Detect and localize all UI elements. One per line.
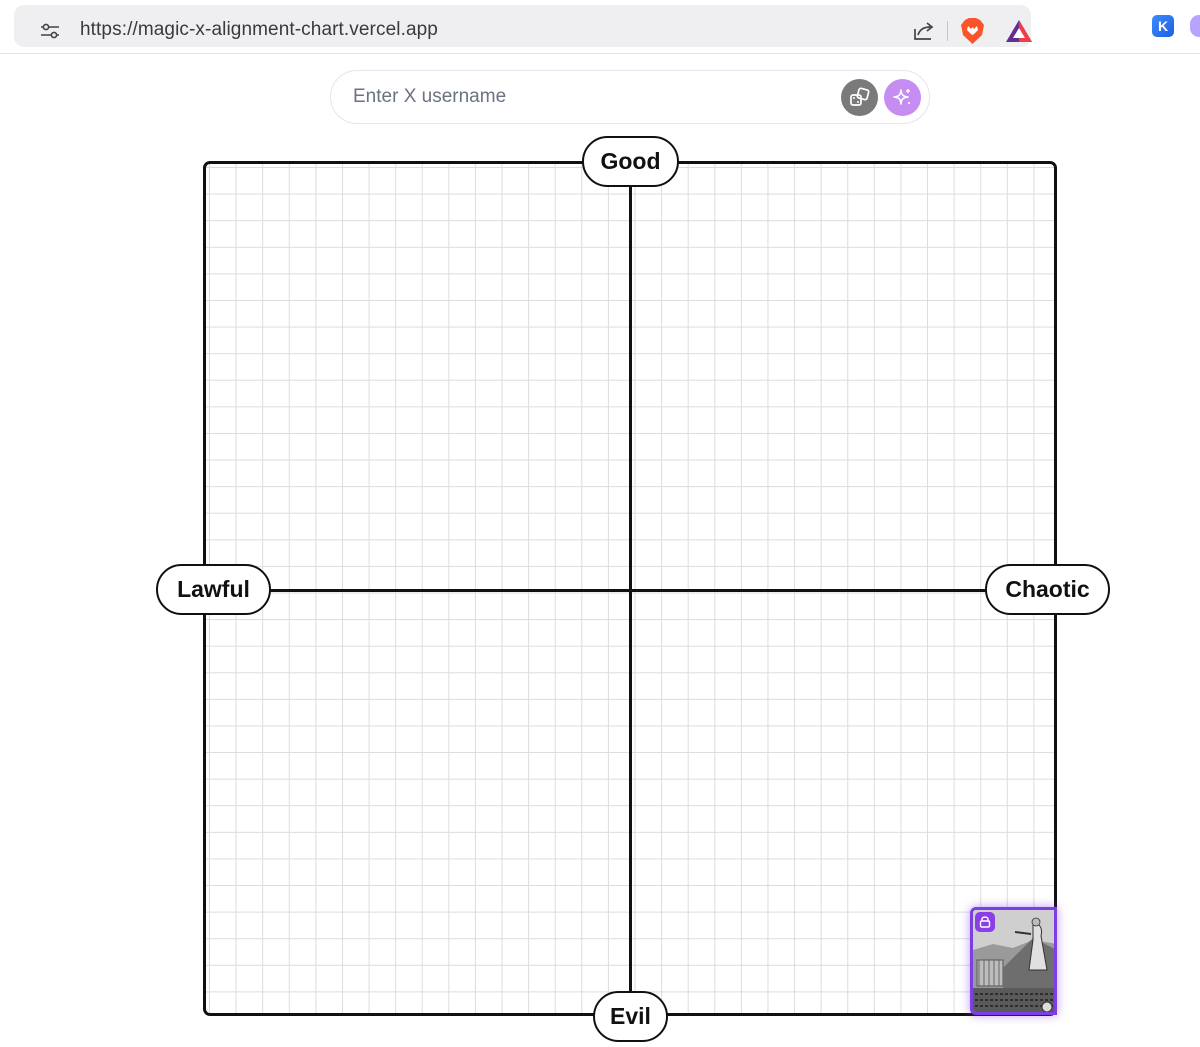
brave-rewards-icon[interactable] [1005, 19, 1033, 43]
extension-k-icon[interactable]: K [1152, 15, 1174, 37]
extension-icon[interactable] [1190, 15, 1200, 37]
address-bar-divider [947, 21, 948, 41]
username-search-box [330, 70, 930, 124]
dice-icon [850, 87, 870, 106]
url-text[interactable]: https://magic-x-alignment-chart.vercel.a… [80, 19, 438, 41]
brave-shield-icon[interactable] [960, 17, 985, 45]
browser-toolbar: https://magic-x-alignment-chart.vercel.a… [0, 0, 1200, 54]
axis-label-chaotic: Chaotic [985, 564, 1110, 615]
username-input[interactable] [353, 83, 833, 111]
address-bar[interactable]: https://magic-x-alignment-chart.vercel.a… [14, 5, 1033, 47]
magic-analyze-button[interactable] [884, 79, 921, 116]
sparkles-icon [893, 89, 911, 105]
axis-label-lawful: Lawful [156, 564, 271, 615]
placed-user-avatar[interactable] [970, 907, 1057, 1015]
horizontal-axis [203, 589, 1057, 592]
share-icon[interactable] [912, 20, 936, 42]
axis-label-evil: Evil [593, 991, 668, 1042]
site-settings-icon[interactable] [40, 22, 60, 40]
lock-icon [979, 916, 991, 928]
random-user-button[interactable] [841, 79, 878, 116]
axis-label-good: Good [582, 136, 679, 187]
lock-toggle[interactable] [975, 912, 995, 932]
